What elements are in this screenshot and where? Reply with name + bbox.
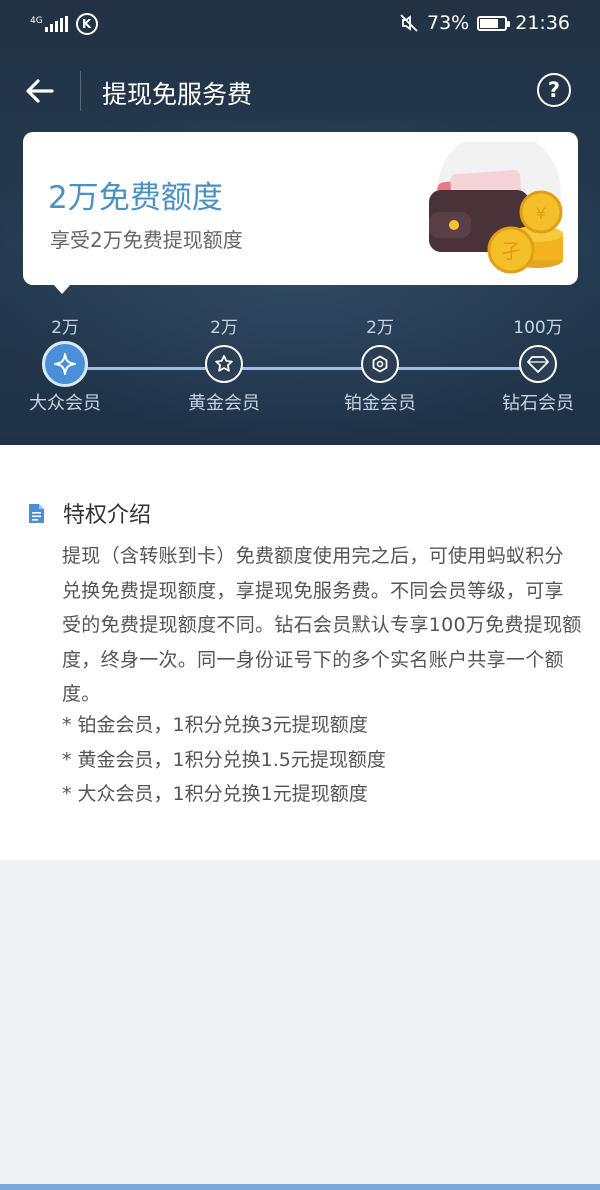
privilege-section: 特权介绍 提现（含转账到卡）免费额度使用完之后，可使用蚂蚁积分兑换免费提现额度，… [0,445,600,860]
help-button[interactable]: ? [537,73,571,107]
star-icon [205,345,243,383]
rule-item: * 铂金会员，1积分兑换3元提现额度 [62,714,368,736]
tier-amount: 2万 [51,318,79,338]
header-banner: 4G K 73% 21:36 提现免服务费 ? 2万免费额度 享受2万免费提现额 [0,0,600,445]
clock: 21:36 [515,12,570,34]
coin-char: 孑 [501,239,521,263]
tier-label: 铂金会员 [344,393,416,414]
tier-amount: 2万 [366,318,394,338]
document-icon [29,503,44,523]
tier-gold-member[interactable]: 2万 黄金会员 [164,313,284,415]
signal-bars-icon [44,16,68,32]
section-title: 特权介绍 [63,503,152,528]
arrow-left-icon[interactable] [22,73,58,109]
network-type: 4G [30,16,43,26]
tier-label: 钻石会员 [502,393,574,414]
hexagon-icon [361,345,399,383]
mute-icon [400,14,418,32]
rules-list: * 铂金会员，1积分兑换3元提现额度 * 黄金会员，1积分兑换1.5元提现额度 … [62,708,386,812]
card-subtitle: 享受2万免费提现额度 [50,228,243,252]
page-title: 提现免服务费 [102,80,253,109]
section-header: 特权介绍 [28,497,151,529]
tier-label: 黄金会员 [188,393,260,414]
tier-track [65,367,539,370]
tier-platinum-member[interactable]: 2万 铂金会员 [320,313,440,415]
tier-label: 大众会员 [29,393,101,414]
status-bar: 4G K 73% 21:36 [0,0,600,48]
card-title: 2万免费额度 [48,180,223,216]
battery-percent: 73% [427,12,470,34]
bottom-edge [0,1184,600,1190]
sparkle-icon [42,341,88,387]
nav-bar: 提现免服务费 ? [0,55,600,127]
battery-icon [477,15,511,31]
nav-divider [80,71,81,111]
signal-indicator: 4G [30,16,68,32]
tier-amount: 100万 [513,318,563,338]
diamond-icon [519,345,557,383]
k-circle-icon: K [75,13,98,35]
svg-text:¥: ¥ [536,204,546,223]
wallet-coins-icon: 孑 ¥ [429,142,563,274]
privilege-description: 提现（含转账到卡）免费额度使用完之后，可使用蚂蚁积分兑换免费提现额度，享提现免服… [62,545,582,705]
rule-item: * 大众会员，1积分兑换1元提现额度 [62,783,368,805]
quota-card: 2万免费额度 享受2万免费提现额度 孑 ¥ [23,132,578,285]
tier-diamond-member[interactable]: 100万 钻石会员 [478,313,598,415]
tier-amount: 2万 [210,318,238,338]
card-pointer [52,283,72,294]
rule-item: * 黄金会员，1积分兑换1.5元提现额度 [62,748,386,771]
tier-mass-member[interactable]: 2万 大众会员 [5,313,125,415]
